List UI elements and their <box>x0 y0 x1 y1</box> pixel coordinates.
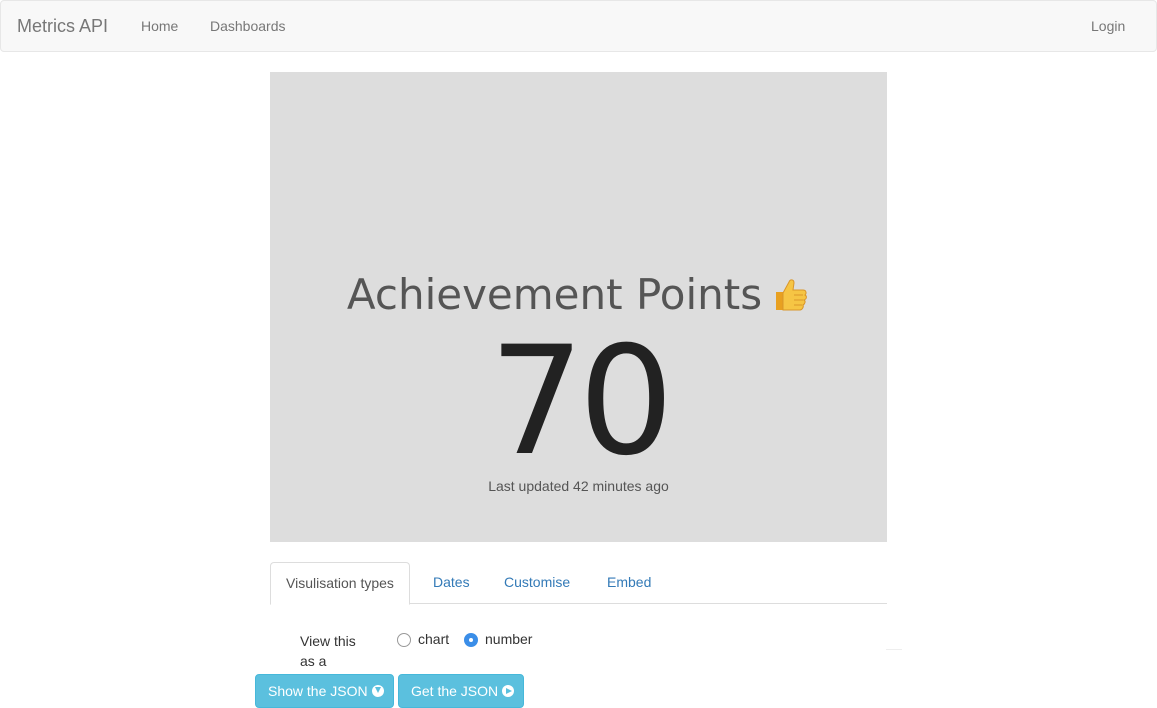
arrow-right-circle-icon <box>502 685 515 698</box>
nav-dashboards-link[interactable]: Dashboards <box>210 18 286 34</box>
metric-title: Achievement Points <box>270 270 887 319</box>
metric-title-text: Achievement Points <box>346 270 763 319</box>
show-json-button[interactable]: Show the JSON <box>255 674 394 708</box>
metric-panel: Achievement Points 70 Last updated 42 mi… <box>270 72 887 542</box>
get-json-button[interactable]: Get the JSON <box>398 674 524 708</box>
show-json-label: Show the JSON <box>268 683 368 699</box>
arrow-down-circle-icon <box>371 685 384 698</box>
tab-dates[interactable]: Dates <box>418 562 485 604</box>
login-link[interactable]: Login <box>1091 18 1125 34</box>
brand-link[interactable]: Metrics API <box>17 16 108 37</box>
number-radio[interactable] <box>464 633 478 647</box>
divider <box>886 649 902 650</box>
chart-radio[interactable] <box>397 633 411 647</box>
view-as-label: View this as a <box>300 633 356 669</box>
tab-customise[interactable]: Customise <box>489 562 585 604</box>
options-tabs: Visulisation types Dates Customise Embed <box>270 562 887 605</box>
get-json-label: Get the JSON <box>411 683 499 699</box>
number-radio-label[interactable]: number <box>485 631 532 647</box>
tab-visulisation-types[interactable]: Visulisation types <box>270 562 410 605</box>
thumbs-up-icon <box>770 274 810 314</box>
nav-home-link[interactable]: Home <box>141 18 178 34</box>
metric-value: 70 <box>489 315 674 489</box>
top-navbar: Metrics API Home Dashboards Login <box>0 0 1157 52</box>
last-updated-text: Last updated 42 minutes ago <box>488 478 669 494</box>
chart-radio-label[interactable]: chart <box>418 631 449 647</box>
tab-embed[interactable]: Embed <box>592 562 666 604</box>
